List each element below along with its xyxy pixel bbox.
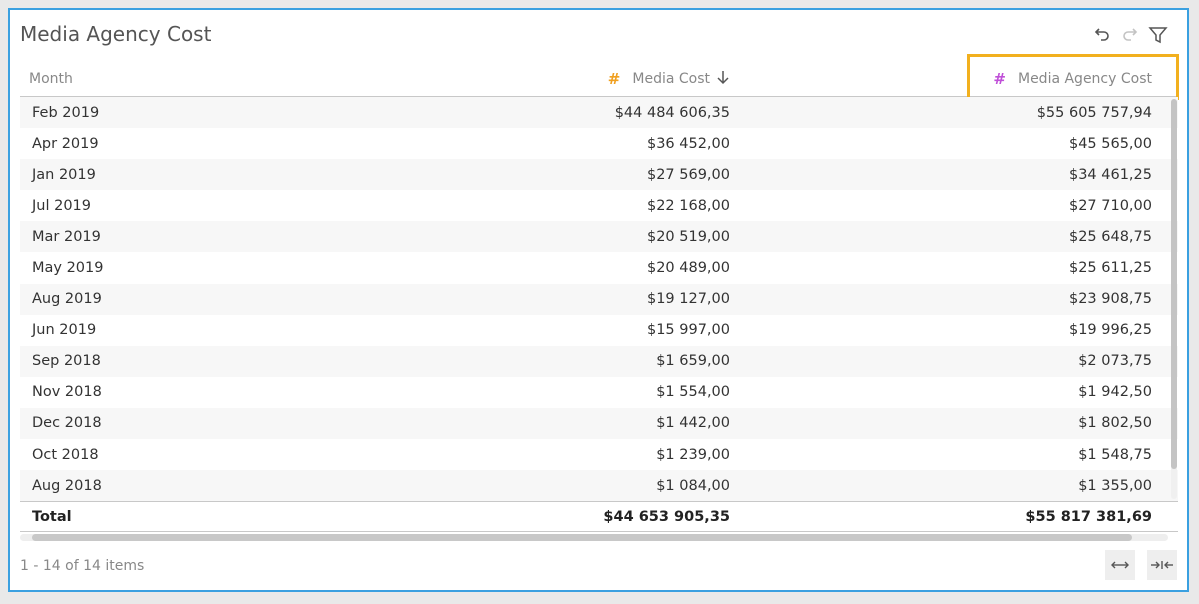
data-grid: Month # Media Cost # Media Agency Cost F…: [20, 54, 1179, 541]
horizontal-scrollbar[interactable]: [20, 534, 1168, 541]
cell-media-cost: $1 084,00: [656, 477, 730, 494]
collapse-columns-button[interactable]: [1147, 550, 1177, 580]
cell-media-agency-cost: $1 355,00: [1078, 477, 1152, 494]
numeric-hash-icon: #: [607, 70, 621, 88]
table-row[interactable]: Jan 2019 $27 569,00 $34 461,25: [20, 159, 1178, 191]
cell-month: Nov 2018: [32, 384, 102, 401]
total-media-cost: $44 653 905,35: [603, 508, 730, 525]
column-header-media-agency-cost[interactable]: # Media Agency Cost: [993, 62, 1152, 96]
expand-columns-icon: [1110, 556, 1130, 575]
cell-media-cost: $36 452,00: [646, 135, 730, 152]
collapse-columns-icon: [1150, 556, 1174, 575]
cell-media-cost: $22 168,00: [646, 197, 730, 214]
cell-media-cost: $44 484 606,35: [614, 104, 730, 121]
total-row: Total $44 653 905,35 $55 817 381,69: [20, 501, 1178, 532]
table-row[interactable]: Feb 2019 $44 484 606,35 $55 605 757,94: [20, 97, 1178, 129]
column-header-month[interactable]: Month: [29, 62, 73, 96]
cell-media-cost: $27 569,00: [646, 166, 730, 183]
table-row[interactable]: Nov 2018 $1 554,00 $1 942,50: [20, 377, 1178, 408]
cell-month: Jun 2019: [32, 322, 97, 339]
cell-media-agency-cost: $25 611,25: [1068, 259, 1152, 276]
filter-icon[interactable]: [1147, 24, 1169, 46]
cell-media-cost: $1 554,00: [656, 384, 730, 401]
widget-title: Media Agency Cost: [20, 22, 212, 46]
cell-media-cost: $1 659,00: [656, 353, 730, 370]
cell-media-agency-cost: $19 996,25: [1068, 322, 1152, 339]
numeric-hash-icon: #: [993, 70, 1006, 88]
column-header-media-cost-label: Media Cost: [632, 71, 710, 87]
cell-media-agency-cost: $27 710,00: [1068, 197, 1152, 214]
cell-month: Oct 2018: [32, 446, 99, 463]
redo-icon[interactable]: [1119, 24, 1141, 46]
cell-media-agency-cost: $1 802,50: [1078, 415, 1152, 432]
cell-media-agency-cost: $34 461,25: [1068, 166, 1152, 183]
widget-toolbar: [1091, 24, 1169, 46]
cell-month: Feb 2019: [32, 104, 100, 121]
table-row[interactable]: Sep 2018 $1 659,00 $2 073,75: [20, 345, 1178, 377]
cell-media-agency-cost: $2 073,75: [1078, 353, 1152, 370]
pagination-info: 1 - 14 of 14 items: [20, 558, 145, 574]
table-row[interactable]: Aug 2019 $19 127,00 $23 908,75: [20, 283, 1178, 315]
table-row[interactable]: Oct 2018 $1 239,00 $1 548,75: [20, 439, 1178, 470]
grid-body[interactable]: Feb 2019 $44 484 606,35 $55 605 757,94 Apr …: [20, 97, 1178, 501]
table-row[interactable]: Jun 2019 $15 997,00 $19 996,25: [20, 315, 1178, 346]
cell-media-agency-cost: $45 565,00: [1068, 135, 1152, 152]
cell-month: Aug 2018: [32, 477, 102, 494]
cell-month: Jan 2019: [32, 166, 96, 183]
cell-month: Apr 2019: [32, 135, 99, 152]
cell-media-agency-cost: $55 605 757,94: [1036, 104, 1152, 121]
cell-media-agency-cost: $25 648,75: [1068, 228, 1152, 245]
cell-month: Jul 2019: [32, 197, 92, 214]
vertical-scrollbar-thumb[interactable]: [1171, 99, 1177, 469]
column-header-media-agency-cost-label: Media Agency Cost: [1017, 71, 1152, 87]
cell-media-cost: $19 127,00: [646, 291, 730, 308]
table-row[interactable]: Dec 2018 $1 442,00 $1 802,50: [20, 407, 1178, 440]
cell-media-agency-cost: $1 942,50: [1078, 384, 1152, 401]
vertical-scrollbar[interactable]: [1171, 99, 1177, 499]
expand-columns-button[interactable]: [1105, 550, 1135, 580]
table-row[interactable]: Mar 2019 $20 519,00 $25 648,75: [20, 221, 1178, 253]
cell-media-cost: $1 442,00: [656, 415, 730, 432]
table-row[interactable]: Jul 2019 $22 168,00 $27 710,00: [20, 190, 1178, 221]
grid-header: Month # Media Cost # Media Agency Cost: [20, 54, 1179, 100]
column-header-media-cost[interactable]: # Media Cost: [608, 62, 730, 96]
cell-media-agency-cost: $1 548,75: [1078, 446, 1152, 463]
arrow-down-icon: [716, 69, 730, 89]
cell-media-cost: $20 519,00: [646, 228, 730, 245]
table-row[interactable]: Aug 2018 $1 084,00 $1 355,00: [20, 470, 1178, 501]
footer-buttons: [1105, 550, 1177, 580]
cell-media-cost: $20 489,00: [646, 259, 730, 276]
cell-month: Sep 2018: [32, 353, 101, 370]
cell-month: Mar 2019: [32, 228, 101, 245]
total-label: Total: [32, 508, 72, 525]
undo-icon[interactable]: [1091, 24, 1113, 46]
column-header-month-label: Month: [29, 71, 73, 87]
cell-month: Aug 2019: [32, 291, 102, 308]
media-agency-cost-widget: Media Agency Cost Month # Media Cost # M…: [8, 8, 1189, 592]
table-row[interactable]: May 2019 $20 489,00 $25 611,25: [20, 252, 1178, 283]
cell-media-cost: $1 239,00: [656, 446, 730, 463]
cell-month: Dec 2018: [32, 415, 102, 432]
table-row[interactable]: Apr 2019 $36 452,00 $45 565,00: [20, 128, 1178, 159]
cell-month: May 2019: [32, 259, 104, 276]
cell-media-agency-cost: $23 908,75: [1068, 291, 1152, 308]
cell-media-cost: $15 997,00: [646, 322, 730, 339]
total-agency-cost: $55 817 381,69: [1025, 508, 1152, 525]
horizontal-scrollbar-thumb[interactable]: [32, 534, 1132, 541]
